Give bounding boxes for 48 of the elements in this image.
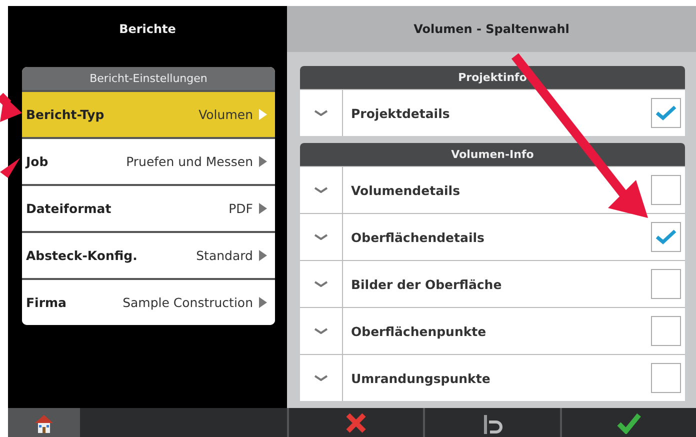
item-label: Bilder der Oberfläche bbox=[351, 276, 502, 292]
item-label: Oberflächenpunkte bbox=[351, 324, 486, 338]
setting-label: Bericht-Typ bbox=[26, 107, 104, 122]
item-label: Oberflächendetails bbox=[351, 230, 484, 244]
setting-label: Firma bbox=[26, 295, 66, 310]
setting-label: Absteck-Konfig. bbox=[26, 248, 138, 263]
setting-value: Pruefen und Messen bbox=[126, 154, 253, 169]
item-label: Volumendetails bbox=[351, 182, 460, 198]
setting-value: Volumen bbox=[198, 107, 253, 122]
chevron-down-icon bbox=[314, 110, 328, 116]
chevron-down-icon bbox=[314, 281, 328, 287]
arrow-right-icon bbox=[259, 109, 267, 120]
settings-row[interactable]: Firma Sample Construction bbox=[22, 278, 275, 325]
arrow-right-icon bbox=[259, 297, 267, 308]
chevron-down-icon bbox=[314, 375, 328, 381]
section-title: Projektinfo bbox=[300, 66, 685, 89]
card-title: Bericht-Einstellungen bbox=[22, 67, 275, 90]
checkbox[interactable] bbox=[651, 363, 681, 393]
home-button[interactable] bbox=[8, 408, 80, 437]
checkbox[interactable] bbox=[651, 98, 681, 128]
annotation-arrow bbox=[0, 92, 22, 122]
setting-label: Job bbox=[26, 154, 48, 169]
panel-title: Volumen - Spaltenwahl bbox=[287, 6, 696, 52]
item-label: Projektdetails bbox=[351, 106, 450, 120]
annotation-arrow bbox=[0, 158, 20, 178]
setting-label: Dateiformat bbox=[26, 201, 112, 216]
chevron-down-icon bbox=[314, 187, 328, 193]
setting-value: PDF bbox=[228, 201, 253, 216]
check-icon bbox=[655, 229, 677, 245]
checkbox[interactable] bbox=[651, 269, 681, 299]
arrow-right-icon bbox=[259, 156, 267, 167]
section-title: Volumen-Info bbox=[300, 143, 685, 166]
chevron-down-icon bbox=[314, 234, 328, 240]
undo-icon bbox=[481, 412, 504, 434]
checkbox[interactable] bbox=[651, 316, 681, 346]
arrow-right-icon bbox=[259, 250, 267, 261]
chevron-down-icon bbox=[314, 328, 328, 334]
check-icon bbox=[655, 105, 677, 121]
checkmark-icon bbox=[616, 412, 642, 434]
checkbox[interactable] bbox=[651, 175, 681, 205]
settings-row[interactable]: Bericht-Typ Volumen bbox=[22, 90, 275, 137]
setting-value: Sample Construction bbox=[122, 295, 253, 310]
setting-value: Standard bbox=[196, 248, 253, 263]
item-label: Umrandungspunkte bbox=[351, 370, 490, 386]
checkbox[interactable] bbox=[651, 222, 681, 252]
arrow-right-icon bbox=[259, 203, 267, 214]
home-icon bbox=[34, 413, 54, 433]
close-icon bbox=[345, 412, 368, 434]
